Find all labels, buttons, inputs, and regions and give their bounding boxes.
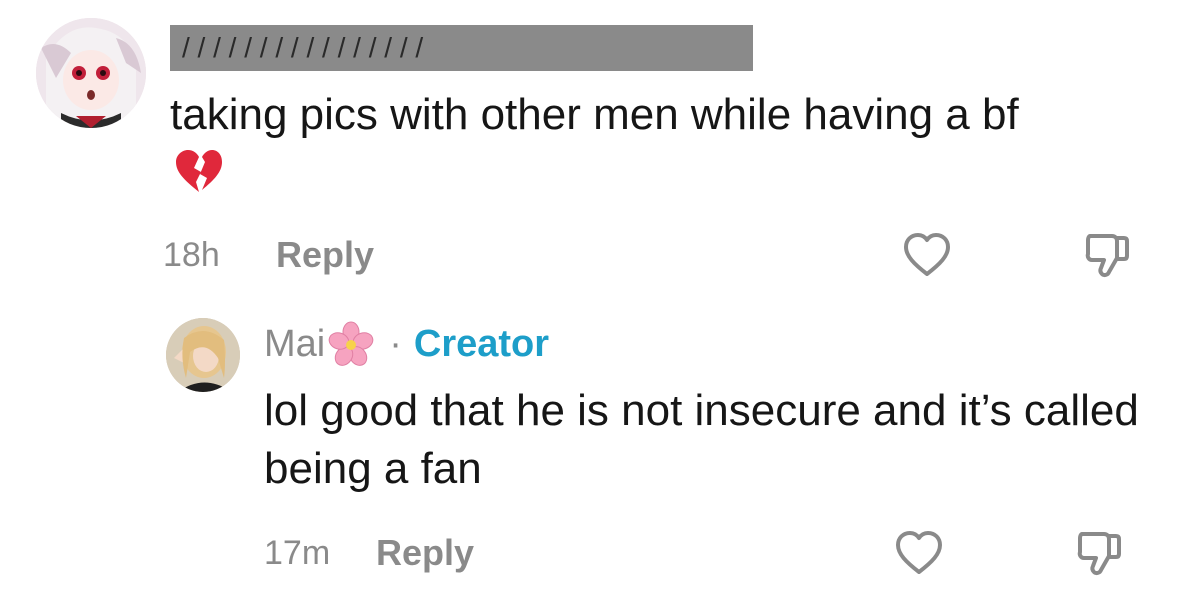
reply-comment-text: lol good that he is not insecure and it’…	[264, 386, 1139, 493]
reply-timestamp: 17m	[264, 534, 331, 572]
comment-timestamp: 18h	[163, 236, 220, 274]
comment-text: taking pics with other men while having …	[170, 90, 1019, 139]
thumbs-down-outline-icon[interactable]	[1082, 230, 1132, 280]
creator-username[interactable]: Mai	[264, 323, 325, 366]
reply-button[interactable]: Reply	[276, 234, 374, 276]
broken-heart-icon	[176, 150, 222, 192]
heart-outline-icon[interactable]	[894, 530, 944, 576]
anime-avatar-image	[36, 18, 146, 128]
cherry-blossom-icon	[328, 321, 374, 366]
heart-outline-icon[interactable]	[902, 232, 952, 278]
commenter-avatar[interactable]	[36, 18, 146, 128]
thumbs-down-outline-icon[interactable]	[1074, 528, 1124, 578]
separator-dot: ·	[389, 322, 402, 365]
creator-avatar[interactable]	[166, 318, 240, 392]
creator-photo	[166, 318, 240, 392]
reply-button[interactable]: Reply	[376, 532, 474, 574]
redacted-username[interactable]: / / / / / / / / / / / / / / / /	[170, 25, 753, 71]
creator-badge: Creator	[413, 322, 550, 365]
creator-header: Mai · Creator	[264, 320, 549, 368]
